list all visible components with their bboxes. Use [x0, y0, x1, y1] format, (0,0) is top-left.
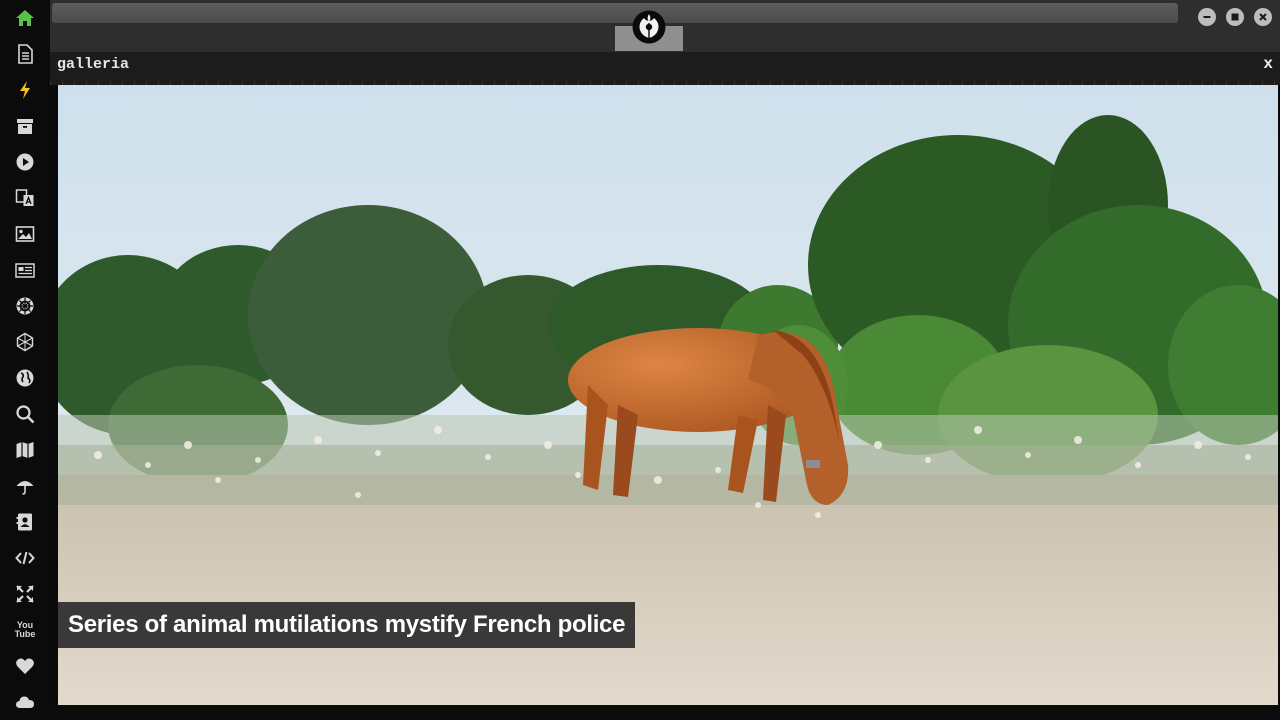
sidebar-item-image[interactable] [11, 220, 39, 248]
hexagon-network-icon [16, 332, 34, 352]
rebel-badge-icon [16, 297, 34, 315]
youtube-icon: You Tube [14, 620, 36, 639]
cloud-icon [16, 696, 34, 708]
sidebar-item-archive[interactable] [11, 112, 39, 140]
window-close-x[interactable]: x [1263, 55, 1273, 73]
document-icon [18, 44, 33, 64]
sidebar-item-fullscreen[interactable] [11, 580, 39, 608]
sidebar-item-document[interactable] [11, 40, 39, 68]
bottom-strip [50, 705, 1280, 720]
archive-icon [17, 119, 33, 134]
image-caption: Series of animal mutilations mystify Fre… [58, 602, 636, 648]
sidebar-item-play[interactable] [11, 148, 39, 176]
sidebar-item-globe[interactable] [11, 364, 39, 392]
search-icon [16, 405, 35, 424]
window-title: galleria [57, 56, 130, 73]
newspaper-icon [15, 263, 35, 278]
sidebar-item-youtube[interactable]: You Tube [11, 616, 39, 644]
sidebar-item-home[interactable] [11, 4, 39, 32]
minimize-button[interactable] [1198, 8, 1216, 26]
code-icon [15, 551, 35, 565]
close-icon [1259, 13, 1267, 21]
sidebar-item-code[interactable] [11, 544, 39, 572]
sidebar-item-cloud[interactable] [11, 688, 39, 716]
minimize-icon [1203, 16, 1211, 18]
sidebar-item-umbrella[interactable] [11, 472, 39, 500]
fullscreen-icon [16, 585, 34, 603]
heart-icon [16, 658, 34, 674]
globe-icon [16, 369, 34, 387]
window-close-button[interactable] [1254, 8, 1272, 26]
map-icon [16, 442, 34, 458]
sidebar-item-search[interactable] [11, 400, 39, 428]
sidebar-item-network[interactable] [11, 328, 39, 356]
lightning-icon [20, 81, 30, 99]
translate-icon [15, 189, 34, 206]
play-icon [16, 153, 34, 171]
home-icon [16, 10, 34, 26]
sidebar-item-news[interactable] [11, 256, 39, 284]
image-icon [15, 226, 35, 242]
contact-card-icon [16, 513, 32, 531]
sidebar-item-favorites[interactable] [11, 652, 39, 680]
sidebar-item-translate[interactable] [11, 184, 39, 212]
sidebar-item-lightning[interactable] [11, 76, 39, 104]
sidebar: You Tube [0, 0, 50, 720]
top-bar [50, 0, 1280, 52]
umbrella-icon [16, 481, 34, 495]
window-title-bar: galleria x [50, 52, 1280, 85]
maximize-button[interactable] [1226, 8, 1244, 26]
maximize-icon [1231, 13, 1239, 21]
sidebar-item-contact[interactable] [11, 508, 39, 536]
address-bar[interactable] [52, 3, 1178, 23]
rebel-alliance-icon[interactable] [632, 10, 666, 44]
sidebar-item-map[interactable] [11, 436, 39, 464]
sidebar-item-badge[interactable] [11, 292, 39, 320]
